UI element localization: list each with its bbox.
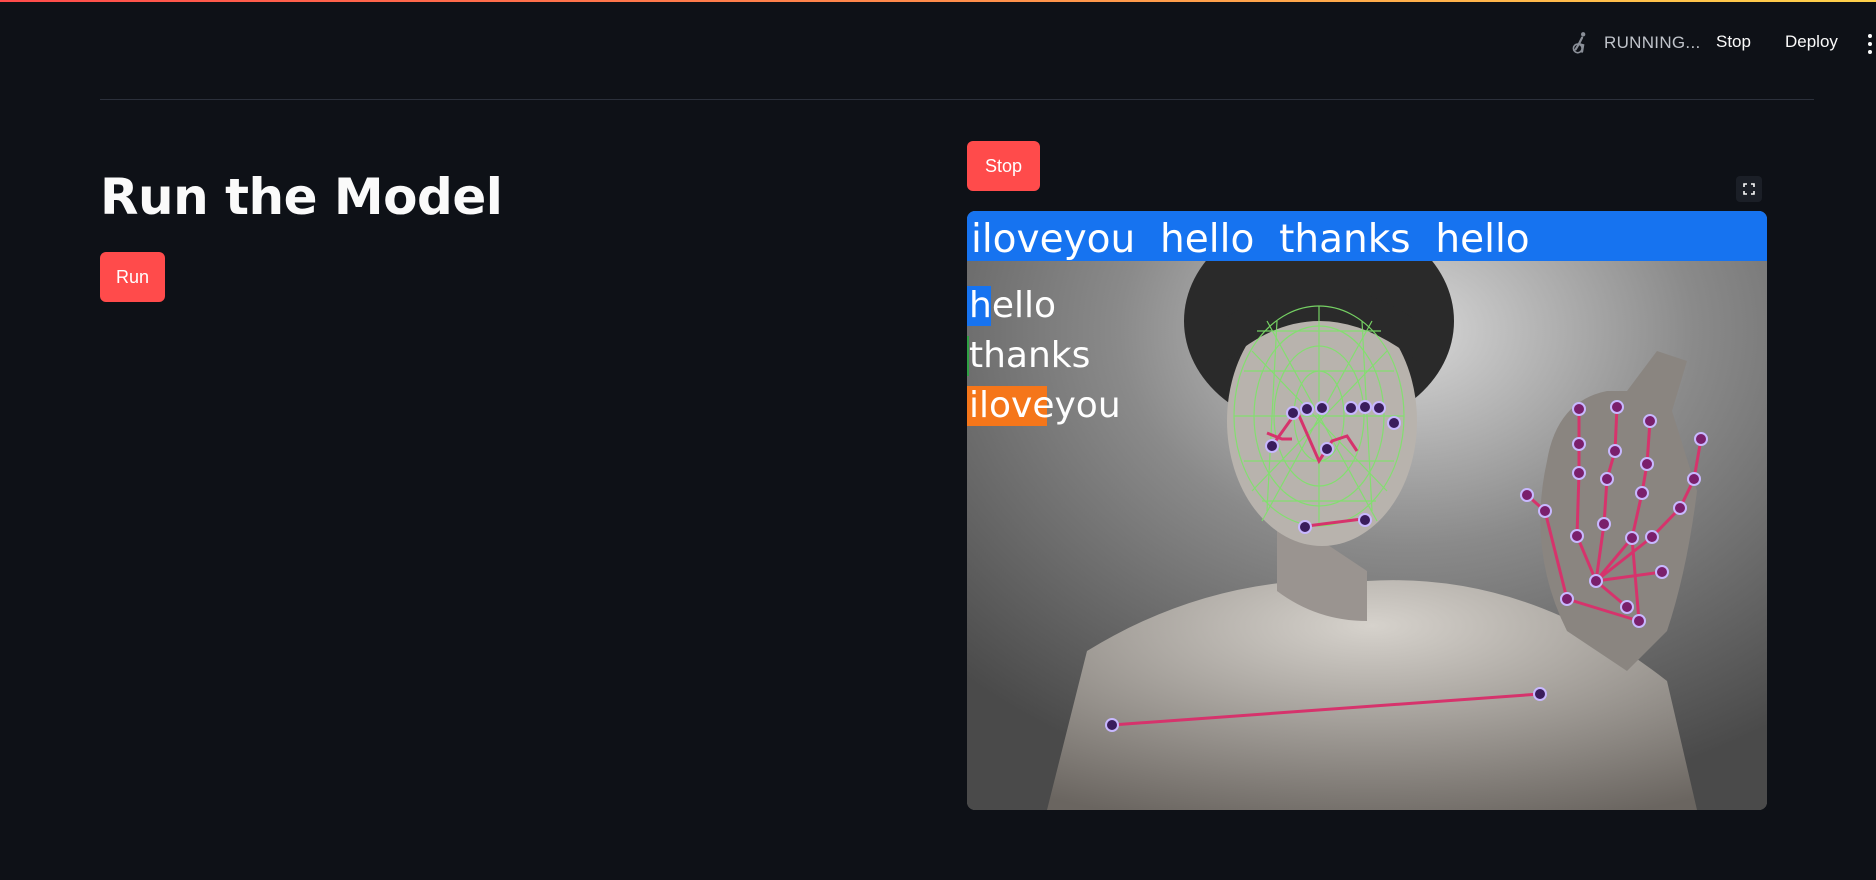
fullscreen-icon[interactable] [1736,176,1762,202]
stop-button[interactable]: Stop [967,141,1041,191]
prediction-bar: iloveyou hello thanks hello [967,211,1767,262]
header-stop-button[interactable]: Stop [1716,32,1751,52]
probability-label: hello [969,285,1056,326]
prediction-sentence: iloveyou hello thanks hello [971,217,1530,262]
probability-label: iloveyou [969,385,1121,426]
status-text: RUNNING... [1604,33,1701,52]
deploy-button[interactable]: Deploy [1785,32,1838,52]
running-status[interactable]: RUNNING... [1568,30,1701,56]
probability-label: thanks [969,335,1091,376]
divider [100,99,1814,100]
webcam-image [967,211,1767,810]
run-button[interactable]: Run [100,252,166,302]
app-header: RUNNING... Stop Deploy [0,2,1876,82]
page-title: Run the Model [100,168,503,226]
vertical-dots-icon[interactable] [1868,34,1874,56]
webcam-video-frame: iloveyou hello thanks hello hello thanks… [967,211,1767,810]
running-person-icon [1572,32,1586,54]
